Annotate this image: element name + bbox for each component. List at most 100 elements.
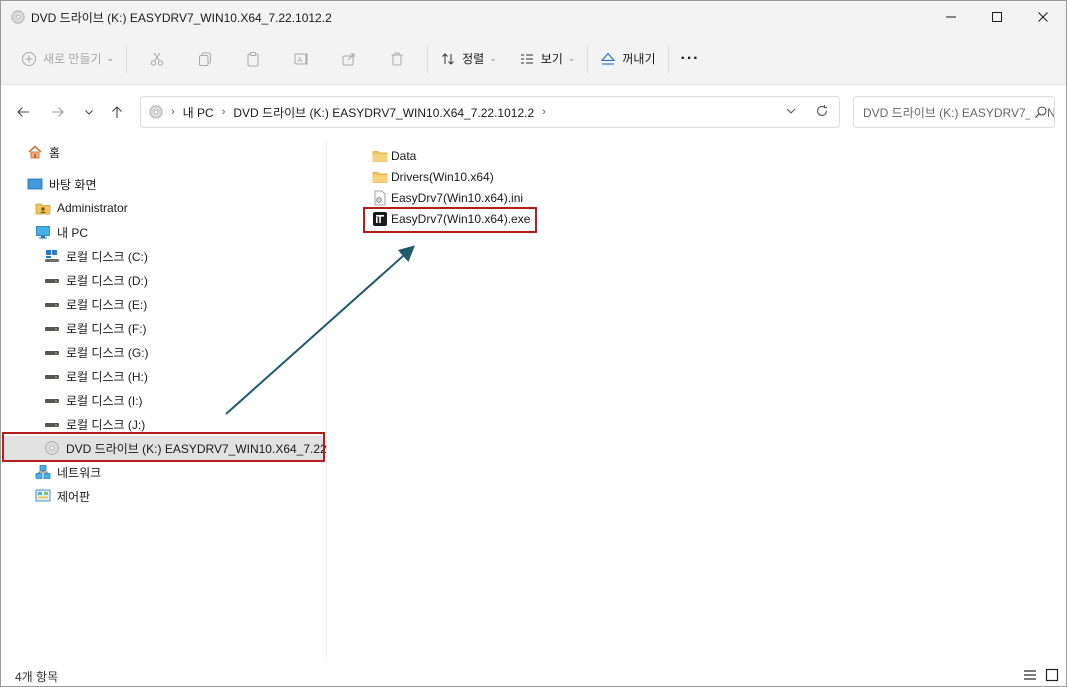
nav-item-desktop[interactable]: 바탕 화면: [27, 172, 97, 196]
window-title: DVD 드라이브 (K:) EASYDRV7_WIN10.X64_7.22.10…: [31, 10, 332, 25]
breadcrumb-dvd-drive[interactable]: DVD 드라이브 (K:) EASYDRV7_WIN10.X64_7.22.10…: [233, 104, 534, 121]
nav-item-network-label: 네트워크: [57, 465, 102, 480]
nav-item-desktop-label: 바탕 화면: [49, 177, 97, 192]
nav-item-home-label: 홈: [49, 145, 61, 160]
view-button[interactable]: 보기 ⌄: [513, 42, 582, 76]
windows-drive-icon: [44, 248, 60, 264]
settings-file-icon: [372, 190, 388, 206]
file-item-ini[interactable]: EasyDrv7(Win10.x64).ini: [372, 188, 523, 208]
more-options-button[interactable]: ···: [675, 42, 706, 76]
nav-item-drive-c[interactable]: 로컬 디스크 (C:): [44, 244, 148, 268]
nav-item-drive-g-label: 로컬 디스크 (G:): [66, 345, 149, 360]
breadcrumb-this-pc[interactable]: 내 PC: [183, 104, 214, 121]
eject-button-label: 꺼내기: [622, 52, 656, 66]
close-button[interactable]: [1020, 1, 1066, 33]
nav-item-home[interactable]: 홈: [27, 140, 60, 164]
back-button[interactable]: [13, 102, 33, 122]
dvd-drive-icon: [11, 10, 25, 24]
delete-button[interactable]: [373, 42, 421, 76]
details-view-button[interactable]: [1022, 667, 1038, 683]
folder-icon: [372, 169, 388, 185]
eject-button[interactable]: 꺼내기: [594, 42, 661, 76]
toolbar-divider: [587, 44, 589, 73]
list-view-icon: [520, 54, 533, 63]
minimize-icon: [946, 16, 956, 18]
breadcrumb-chevron-icon[interactable]: ›: [542, 106, 546, 118]
large-icons-view-icon: [1045, 668, 1059, 682]
file-item-data[interactable]: Data: [372, 146, 416, 166]
home-icon: [27, 144, 43, 160]
toolbar-divider: [667, 44, 669, 73]
chevron-down-icon: ⌄: [106, 53, 115, 63]
network-icon: [35, 464, 51, 480]
navigation-pane: 홈 바탕 화면 Administrator 내 PC 로컬 디스크 (C:) 로…: [1, 138, 327, 661]
chevron-down-icon: ⌄: [567, 53, 576, 63]
computer-icon: [35, 224, 51, 240]
svg-text:A: A: [298, 57, 303, 64]
nav-item-network[interactable]: 네트워크: [35, 460, 101, 484]
share-button[interactable]: [325, 42, 373, 76]
copy-button[interactable]: [181, 42, 229, 76]
sort-icon: [442, 52, 454, 65]
command-bar: 새로 만들기 ⌄ A 정렬 ⌄ 보기 ⌄ 꺼내기 ···: [1, 33, 1066, 85]
hard-drive-icon: [44, 296, 60, 312]
paste-button[interactable]: [229, 42, 277, 76]
rename-button[interactable]: A: [277, 42, 325, 76]
desktop-icon: [27, 176, 43, 192]
search-input[interactable]: DVD 드라이브 (K:) EASYDRV7_WIN10.X64_7.22.10…: [853, 96, 1055, 128]
nav-item-drive-f[interactable]: 로컬 디스크 (F:): [44, 316, 147, 340]
nav-item-drive-d[interactable]: 로컬 디스크 (D:): [44, 268, 148, 292]
view-button-label: 보기: [540, 52, 563, 66]
file-item-drivers[interactable]: Drivers(Win10.x64): [372, 167, 494, 187]
file-list: Data Drivers(Win10.x64) EasyDrv7(Win10.x…: [327, 138, 1066, 661]
plus-circle-icon: [22, 51, 36, 66]
cut-button[interactable]: [133, 42, 181, 76]
arrow-right-icon: [52, 107, 64, 117]
refresh-icon: [816, 105, 828, 116]
maximize-button[interactable]: [974, 1, 1020, 33]
nav-item-administrator[interactable]: Administrator: [35, 196, 128, 220]
nav-item-drive-e[interactable]: 로컬 디스크 (E:): [44, 292, 147, 316]
large-icons-view-button[interactable]: [1044, 667, 1060, 683]
up-button[interactable]: [107, 102, 127, 122]
nav-item-administrator-label: Administrator: [57, 201, 128, 215]
new-button[interactable]: 새로 만들기 ⌄: [15, 42, 120, 76]
eject-icon: [601, 52, 616, 65]
nav-item-drive-g[interactable]: 로컬 디스크 (G:): [44, 340, 149, 364]
search-icon[interactable]: [1030, 105, 1048, 122]
address-row: › 내 PC › DVD 드라이브 (K:) EASYDRV7_WIN10.X6…: [1, 86, 1066, 138]
breadcrumb-chevron-icon[interactable]: ›: [171, 106, 175, 118]
nav-item-drive-i[interactable]: 로컬 디스크 (I:): [44, 388, 143, 412]
recent-locations-button[interactable]: [79, 102, 99, 122]
minimize-button[interactable]: [928, 1, 974, 33]
sort-button[interactable]: 정렬 ⌄: [434, 42, 503, 76]
nav-item-drive-h[interactable]: 로컬 디스크 (H:): [44, 364, 148, 388]
exe-highlight-box: [363, 207, 537, 233]
nav-item-drive-f-label: 로컬 디스크 (F:): [66, 321, 147, 336]
hard-drive-icon: [44, 368, 60, 384]
forward-button[interactable]: [48, 102, 68, 122]
share-icon: [342, 53, 355, 65]
user-folder-icon: [35, 200, 51, 216]
breadcrumb-chevron-icon[interactable]: ›: [222, 106, 226, 118]
nav-item-this-pc[interactable]: 내 PC: [35, 220, 88, 244]
hard-drive-icon: [44, 320, 60, 336]
chevron-down-icon: ⌄: [489, 53, 497, 63]
file-item-ini-label: EasyDrv7(Win10.x64).ini: [391, 191, 524, 205]
refresh-button[interactable]: [815, 104, 829, 121]
arrow-up-icon: [112, 106, 122, 118]
folder-icon: [372, 148, 388, 164]
nav-item-control-panel[interactable]: 제어판: [35, 484, 90, 508]
control-panel-icon: [35, 488, 51, 504]
chevron-down-icon: [85, 110, 93, 115]
address-bar[interactable]: › 내 PC › DVD 드라이브 (K:) EASYDRV7_WIN10.X6…: [140, 96, 840, 128]
address-dropdown-button[interactable]: [785, 105, 797, 120]
nav-item-drive-j-label: 로컬 디스크 (J:): [66, 417, 146, 432]
hard-drive-icon: [44, 392, 60, 408]
dvd-drive-icon: [149, 105, 163, 119]
search-placeholder: DVD 드라이브 (K:) EASYDRV7_WIN10.X64_7.22.10…: [863, 105, 1055, 120]
nav-item-drive-d-label: 로컬 디스크 (D:): [66, 273, 148, 288]
new-button-label: 새로 만들기: [43, 52, 102, 66]
copy-icon: [199, 52, 212, 66]
rename-icon: A: [294, 52, 308, 65]
